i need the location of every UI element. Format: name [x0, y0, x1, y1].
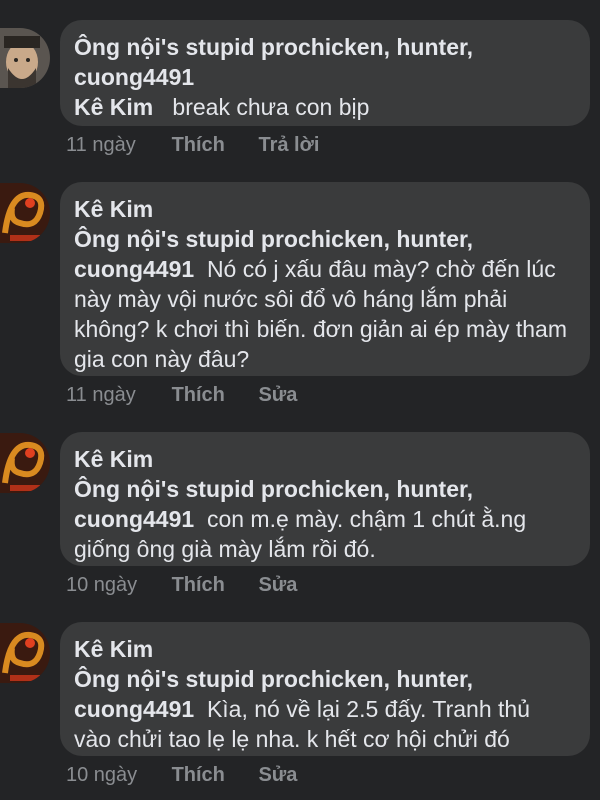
comment-body: Ông nội's stupid prochicken, hunter, cuo…: [74, 224, 572, 374]
comment-actions: 10 ngày Thích Sửa: [66, 763, 325, 787]
reply-to-tag[interactable]: Kê Kim: [74, 94, 153, 120]
comment-bubble: Kê Kim Ông nội's stupid prochicken, hunt…: [60, 622, 590, 756]
comment-actions: 11 ngày Thích Trả lời: [66, 133, 347, 157]
dragon-avatar-icon[interactable]: [0, 183, 50, 243]
comment-author[interactable]: Kê Kim: [74, 634, 572, 664]
comment-text: break chưa con bịp: [172, 94, 370, 120]
like-button[interactable]: Thích: [172, 763, 225, 787]
comment-author[interactable]: Kê Kim: [74, 444, 572, 474]
comment-author[interactable]: Kê Kim: [74, 194, 572, 224]
timestamp: 11 ngày: [66, 384, 136, 406]
dragon-avatar-icon[interactable]: [0, 623, 50, 683]
comment-actions: 10 ngày Thích Sửa: [66, 573, 325, 597]
edit-button[interactable]: Sửa: [258, 573, 297, 597]
comment-bubble: Kê Kim Ông nội's stupid prochicken, hunt…: [60, 432, 590, 566]
comment-actions: 11 ngày Thích Sửa: [66, 383, 325, 407]
edit-button[interactable]: Sửa: [258, 763, 297, 787]
comment-mention[interactable]: Ông nội's stupid prochicken, hunter, cuo…: [74, 32, 572, 92]
dragon-avatar-icon[interactable]: [0, 433, 50, 493]
like-button[interactable]: Thích: [172, 573, 225, 597]
comment-body: Ông nội's stupid prochicken, hunter, cuo…: [74, 474, 572, 564]
comment-bubble: Ông nội's stupid prochicken, hunter, cuo…: [60, 20, 590, 126]
portrait-avatar-icon[interactable]: [0, 28, 50, 88]
comment-bubble: Kê Kim Ông nội's stupid prochicken, hunt…: [60, 182, 590, 376]
comment-text-line: Kê Kim break chưa con bịp: [74, 92, 572, 122]
timestamp: 10 ngày: [66, 764, 138, 786]
edit-button[interactable]: Sửa: [258, 383, 297, 407]
timestamp: 11 ngày: [66, 134, 136, 156]
like-button[interactable]: Thích: [172, 133, 225, 157]
reply-button[interactable]: Trả lời: [258, 133, 319, 157]
timestamp: 10 ngày: [66, 574, 138, 596]
like-button[interactable]: Thích: [172, 383, 225, 407]
comment-body: Ông nội's stupid prochicken, hunter, cuo…: [74, 664, 572, 754]
